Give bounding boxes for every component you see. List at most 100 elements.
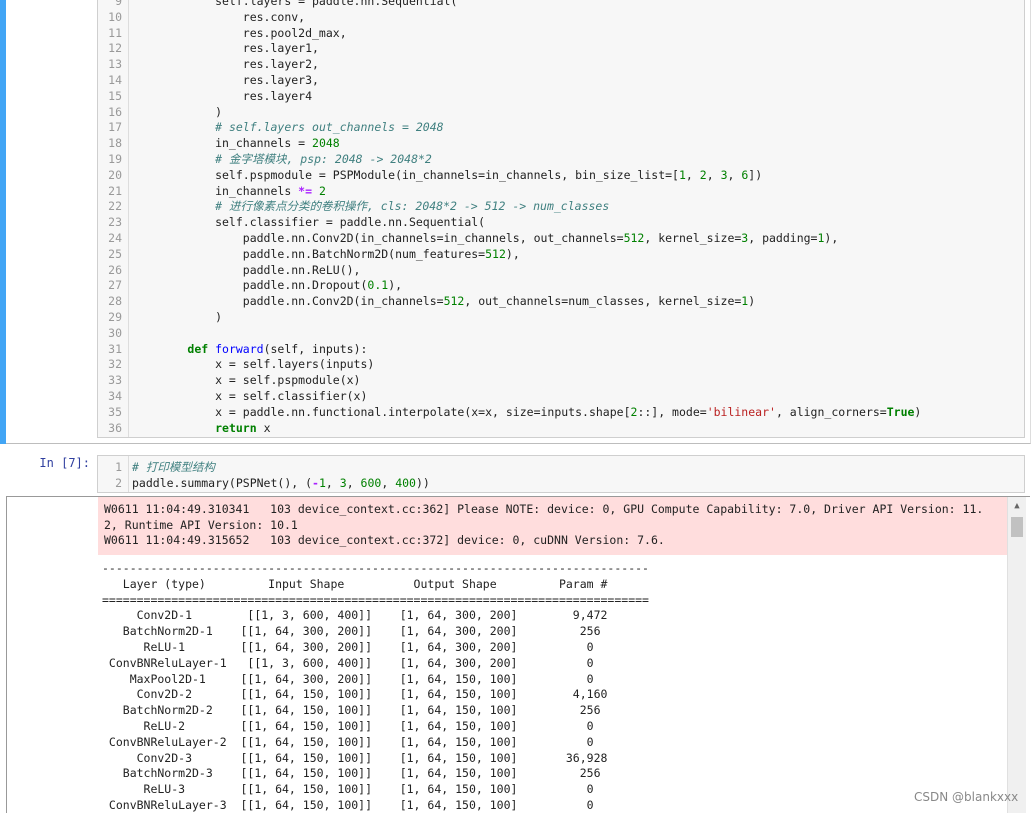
line-number: 24 <box>108 231 122 245</box>
code-line[interactable]: 22 # 进行像素点分类的卷积操作, cls: 2048*2 -> 512 ->… <box>98 198 1024 214</box>
code-text: x = self.classifier(x) <box>132 389 368 403</box>
line-number: 1 <box>115 460 122 474</box>
code-text: x = self.layers(inputs) <box>132 357 375 372</box>
line-number: 31 <box>108 341 122 356</box>
line-number: 35 <box>108 404 122 419</box>
line-number: 16 <box>108 104 122 119</box>
code-line[interactable]: 30 <box>98 325 1024 341</box>
code-text: x = self.pspmodule(x) <box>132 373 361 388</box>
code-line[interactable]: 15 res.layer4 <box>98 88 1024 104</box>
code-line[interactable]: 18 in_channels = 2048 <box>98 135 1024 151</box>
line-number: 11 <box>108 25 122 40</box>
line-number: 20 <box>108 167 122 182</box>
code-line[interactable]: 21 in_channels *= 2 <box>98 183 1024 199</box>
code-text: ) <box>132 104 223 119</box>
code-cell-selected[interactable]: 9 self.layers = paddle.nn.Sequential(10 … <box>0 0 1032 444</box>
code-line[interactable]: 27 paddle.nn.Dropout(0.1), <box>98 277 1024 293</box>
code-text: paddle.nn.Dropout(0.1), <box>132 278 403 293</box>
line-number: 25 <box>108 246 122 261</box>
line-number: 12 <box>108 41 122 56</box>
code-text: paddle.summary(PSPNet(), (-1, 3, 600, 40… <box>132 475 430 490</box>
code-line[interactable]: 28 paddle.nn.Conv2D(in_channels=512, out… <box>98 293 1024 309</box>
line-number: 21 <box>108 183 122 198</box>
code-line[interactable]: 17 # self.layers out_channels = 2048 <box>98 119 1024 135</box>
line-number: 32 <box>108 357 122 372</box>
code-line[interactable]: 19 # 金字塔模块, psp: 2048 -> 2048*2 <box>98 151 1024 167</box>
code-text: res.layer1, <box>132 41 319 56</box>
code-text: paddle.nn.Conv2D(in_channels=in_channels… <box>132 231 839 245</box>
line-number: 30 <box>108 325 122 340</box>
line-number: 17 <box>108 120 122 135</box>
line-number: 23 <box>108 215 122 230</box>
line-number: 33 <box>108 373 122 388</box>
code-text: paddle.nn.ReLU(), <box>132 262 361 277</box>
line-number: 34 <box>108 389 122 403</box>
scroll-thumb[interactable] <box>1011 517 1023 537</box>
code-line[interactable]: 36 return x <box>98 420 1024 436</box>
line-number: 28 <box>108 294 122 309</box>
line-number: 15 <box>108 88 122 103</box>
code-text: res.layer3, <box>132 73 319 87</box>
line-number: 14 <box>108 73 122 87</box>
line-number: 22 <box>108 199 122 214</box>
code-text: self.classifier = paddle.nn.Sequential( <box>132 215 486 230</box>
line-number: 26 <box>108 262 122 277</box>
line-number: 9 <box>115 0 122 8</box>
line-number: 27 <box>108 278 122 293</box>
line-number: 36 <box>108 420 122 435</box>
code-line[interactable]: 12 res.layer1, <box>98 40 1024 56</box>
code-text: res.conv, <box>132 9 306 24</box>
code-text: paddle.nn.BatchNorm2D(num_features=512), <box>132 246 520 261</box>
code-editor[interactable]: 1 # 打印模型结构 2 paddle.summary(PSPNet(), (-1, … <box>97 455 1025 493</box>
code-text: # 进行像素点分类的卷积操作, cls: 2048*2 -> 512 -> nu… <box>215 199 610 214</box>
line-number: 19 <box>108 152 122 166</box>
code-line[interactable]: 24 paddle.nn.Conv2D(in_channels=in_chann… <box>98 230 1024 246</box>
code-line[interactable]: 32 x = self.layers(inputs) <box>98 356 1024 372</box>
code-line[interactable]: 13 res.layer2, <box>98 56 1024 72</box>
line-number: 10 <box>108 9 122 24</box>
code-text: in_channels *= 2 <box>132 183 326 198</box>
code-line[interactable]: 16 ) <box>98 104 1024 120</box>
code-text: x = paddle.nn.functional.interpolate(x=x… <box>132 404 922 419</box>
code-text: paddle.nn.Conv2D(in_channels=512, out_ch… <box>132 294 756 309</box>
code-text: # 打印模型结构 <box>132 460 215 474</box>
code-line[interactable]: 20 self.pspmodule = PSPModule(in_channel… <box>98 167 1024 183</box>
code-text: res.layer4 <box>132 88 313 103</box>
code-text: self.layers = paddle.nn.Sequential( <box>132 0 458 8</box>
code-line[interactable]: 9 self.layers = paddle.nn.Sequential( <box>98 0 1024 9</box>
code-text: def forward(self, inputs): <box>187 341 368 356</box>
watermark: CSDN @blankxxx <box>914 790 1019 804</box>
code-line[interactable]: 2 paddle.summary(PSPNet(), (-1, 3, 600, 4… <box>98 475 1024 491</box>
line-number: 13 <box>108 57 122 72</box>
code-editor[interactable]: 9 self.layers = paddle.nn.Sequential(10 … <box>97 0 1025 438</box>
code-line[interactable]: 25 paddle.nn.BatchNorm2D(num_features=51… <box>98 246 1024 262</box>
output-scrollbar[interactable]: ▲ <box>1007 497 1026 813</box>
code-line[interactable]: 14 res.layer3, <box>98 72 1024 88</box>
code-line[interactable]: 23 self.classifier = paddle.nn.Sequentia… <box>98 214 1024 230</box>
code-text: res.pool2d_max, <box>132 25 347 40</box>
code-line[interactable]: 33 x = self.pspmodule(x) <box>98 372 1024 388</box>
code-line[interactable]: 35 x = paddle.nn.functional.interpolate(… <box>98 404 1024 420</box>
code-text: # self.layers out_channels = 2048 <box>215 120 444 135</box>
code-line[interactable]: 31 def forward(self, inputs): <box>98 341 1024 357</box>
code-text: ) <box>132 310 223 324</box>
code-text: return x <box>215 420 271 435</box>
line-number: 2 <box>115 475 122 490</box>
code-line[interactable]: 1 # 打印模型结构 <box>98 459 1024 475</box>
code-text: res.layer2, <box>132 57 319 72</box>
line-number: 29 <box>108 310 122 324</box>
code-line[interactable]: 26 paddle.nn.ReLU(), <box>98 262 1024 278</box>
code-text: # 金字塔模块, psp: 2048 -> 2048*2 <box>215 152 432 166</box>
stdout-output: ----------------------------------------… <box>102 561 649 812</box>
scroll-up-arrow-icon[interactable]: ▲ <box>1008 497 1026 515</box>
code-line[interactable]: 10 res.conv, <box>98 9 1024 25</box>
output-area[interactable]: W0611 11:04:49.310341 103 device_context… <box>6 496 1030 813</box>
code-text: in_channels = 2048 <box>132 136 340 151</box>
line-number: 18 <box>108 136 122 151</box>
code-text: self.pspmodule = PSPModule(in_channels=i… <box>132 167 763 182</box>
cell-prompt: In [7]: <box>39 456 90 470</box>
stderr-output: W0611 11:04:49.310341 103 device_context… <box>98 497 1008 555</box>
code-line[interactable]: 11 res.pool2d_max, <box>98 25 1024 41</box>
code-line[interactable]: 29 ) <box>98 309 1024 325</box>
code-line[interactable]: 34 x = self.classifier(x) <box>98 388 1024 404</box>
